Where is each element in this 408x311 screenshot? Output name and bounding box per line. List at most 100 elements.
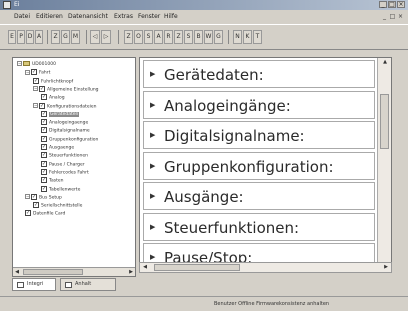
toolbar-button[interactable]: Z bbox=[51, 30, 60, 44]
toolbar-button[interactable]: A bbox=[154, 30, 163, 44]
toolbar-forward-button[interactable]: ▷ bbox=[101, 30, 111, 44]
collapse-toggle-icon[interactable]: − bbox=[33, 103, 38, 108]
tree-node[interactable]: ✓ Fuhrlichtknopf bbox=[33, 77, 73, 86]
child-close-button[interactable]: × bbox=[397, 13, 404, 20]
toolbar-button[interactable]: A bbox=[35, 30, 43, 44]
checkbox-icon[interactable]: ✓ bbox=[41, 152, 47, 159]
child-minimize-button[interactable]: _ bbox=[381, 13, 388, 20]
checkbox-icon[interactable]: ✓ bbox=[41, 110, 47, 117]
toolbar-button[interactable]: E bbox=[8, 30, 16, 44]
toolbar-button[interactable]: B bbox=[194, 30, 203, 44]
checkbox-icon[interactable]: ✓ bbox=[41, 160, 47, 167]
tree-node[interactable]: ✓ Analog bbox=[41, 94, 65, 102]
tree-node[interactable]: − ✓ Bus Setup bbox=[25, 193, 62, 202]
menu-extras[interactable]: Extras bbox=[114, 13, 133, 20]
tree-node[interactable]: − ✓ Fahrt bbox=[25, 69, 50, 77]
checkbox-icon[interactable]: ✓ bbox=[31, 69, 37, 76]
tree-node[interactable]: ✓ Fehlercodes Fahrt bbox=[41, 168, 89, 177]
section-header[interactable]: ▶ Ausgänge: bbox=[143, 182, 375, 210]
child-restore-button[interactable]: □ bbox=[389, 13, 396, 20]
toolbar-button[interactable]: Z bbox=[124, 30, 133, 44]
toolbar-button[interactable]: R bbox=[164, 30, 173, 44]
checkbox-icon[interactable]: ✓ bbox=[41, 144, 47, 150]
scroll-up-arrow-icon[interactable]: ▲ bbox=[380, 58, 390, 66]
tree-node[interactable]: ✓ Gerätedaten bbox=[41, 110, 80, 119]
navigation-tree[interactable]: − UD001000− ✓ Fahrt ✓ Fuhrlichtknopf − ✓ Allgeme… bbox=[12, 57, 136, 277]
expand-arrow-icon[interactable]: ▶ bbox=[150, 192, 155, 200]
menu-editieren[interactable]: Editieren bbox=[36, 13, 63, 20]
section-header[interactable]: ▶ Gruppenkonfiguration: bbox=[143, 151, 375, 180]
toolbar-button[interactable]: W bbox=[204, 30, 213, 44]
tree-node[interactable]: ✓ Seriellschnittstelle bbox=[33, 202, 82, 210]
tree-node[interactable]: ✓ Steuerfunktionen bbox=[41, 152, 88, 160]
toolbar-button[interactable]: T bbox=[253, 30, 262, 44]
maximize-button[interactable]: □ bbox=[388, 1, 396, 8]
checkbox-icon[interactable]: ✓ bbox=[41, 177, 47, 184]
expand-arrow-icon[interactable]: ▶ bbox=[150, 131, 155, 139]
collapse-toggle-icon[interactable]: − bbox=[25, 69, 30, 75]
collapse-toggle-icon[interactable]: − bbox=[17, 61, 22, 66]
content-vertical-scrollbar[interactable]: ▲ ▼ bbox=[377, 58, 391, 271]
tree-node[interactable]: − ✓ Konfigurationsdateien bbox=[33, 102, 96, 111]
tree-node[interactable]: ✓ Gruppenkonfiguration bbox=[41, 135, 98, 144]
checkbox-icon[interactable]: ✓ bbox=[33, 77, 39, 84]
checkbox-icon[interactable]: ✓ bbox=[41, 168, 47, 175]
toolbar-button[interactable]: P bbox=[17, 30, 25, 44]
checkbox-icon[interactable]: ✓ bbox=[39, 85, 45, 92]
checkbox-icon[interactable]: ✓ bbox=[41, 185, 47, 192]
checkbox-icon[interactable]: ✓ bbox=[41, 135, 47, 142]
toolbar-button[interactable]: M bbox=[71, 30, 80, 44]
tree-node[interactable]: ✓ Analogeingaenge bbox=[41, 119, 88, 127]
checkbox-icon[interactable]: ✓ bbox=[31, 193, 37, 200]
toolbar-button[interactable]: D bbox=[26, 30, 34, 44]
tab-integri[interactable]: Integri bbox=[12, 278, 56, 291]
section-header[interactable]: ▶ Analogeingänge: bbox=[143, 90, 375, 119]
toolbar-button[interactable]: G bbox=[61, 30, 70, 44]
toolbar-button[interactable]: G bbox=[214, 30, 223, 44]
scroll-left-arrow-icon[interactable]: ◀ bbox=[13, 268, 21, 276]
tree-node[interactable]: ✓ Datenfile Card bbox=[25, 210, 65, 218]
menu-hilfe[interactable]: Hilfe bbox=[164, 13, 178, 20]
collapse-toggle-icon[interactable]: − bbox=[25, 194, 30, 200]
content-horizontal-scrollbar[interactable]: ◀ ▶ bbox=[139, 262, 392, 273]
content-scroll-thumb[interactable] bbox=[380, 94, 389, 149]
scroll-left-arrow-icon[interactable]: ◀ bbox=[140, 263, 150, 272]
tree-scroll-thumb[interactable] bbox=[23, 269, 83, 275]
tree-node[interactable]: ✓ Digitalsignalname bbox=[41, 127, 90, 135]
expand-arrow-icon[interactable]: ▶ bbox=[150, 162, 155, 170]
checkbox-icon[interactable]: ✓ bbox=[41, 94, 47, 101]
expand-arrow-icon[interactable]: ▶ bbox=[150, 101, 155, 109]
toolbar-button[interactable]: N bbox=[233, 30, 242, 44]
collapse-toggle-icon[interactable]: − bbox=[33, 86, 38, 92]
checkbox-icon[interactable]: ✓ bbox=[41, 127, 47, 134]
toolbar-button[interactable]: Z bbox=[174, 30, 183, 44]
scroll-right-arrow-icon[interactable]: ▶ bbox=[381, 263, 391, 272]
menu-datei[interactable]: Datei bbox=[14, 13, 30, 20]
toolbar-button[interactable]: K bbox=[243, 30, 252, 44]
tree-node[interactable]: ✓ Ausgaenge bbox=[41, 144, 74, 152]
toolbar-button[interactable]: O bbox=[134, 30, 143, 44]
checkbox-icon[interactable]: ✓ bbox=[39, 102, 45, 109]
minimize-button[interactable]: _ bbox=[379, 1, 387, 8]
close-button[interactable]: × bbox=[397, 1, 405, 8]
section-header[interactable]: ▶ Gerätedaten: bbox=[143, 60, 375, 88]
menu-fenster[interactable]: Fenster bbox=[138, 13, 160, 20]
expand-arrow-icon[interactable]: ▶ bbox=[150, 223, 155, 231]
content-hscroll-thumb[interactable] bbox=[154, 264, 240, 271]
tree-node[interactable]: ✓ Pause / Charger bbox=[41, 160, 85, 169]
expand-arrow-icon[interactable]: ▶ bbox=[150, 253, 155, 261]
tree-node[interactable]: − UD001000 bbox=[17, 61, 56, 69]
tree-node[interactable]: − ✓ Allgemeine Einstellung bbox=[33, 85, 99, 94]
tree-horizontal-scrollbar[interactable]: ◀ ▶ bbox=[13, 267, 135, 276]
tree-node[interactable]: ✓ Tasten bbox=[41, 177, 64, 185]
toolbar-button[interactable]: S bbox=[184, 30, 193, 44]
checkbox-icon[interactable]: ✓ bbox=[25, 210, 31, 217]
menu-datenansicht[interactable]: Datenansicht bbox=[68, 13, 108, 20]
checkbox-icon[interactable]: ✓ bbox=[33, 202, 39, 209]
checkbox-icon[interactable]: ✓ bbox=[41, 119, 47, 126]
section-header[interactable]: ▶ Digitalsignalname: bbox=[143, 121, 375, 149]
toolbar-back-button[interactable]: ◁ bbox=[90, 30, 100, 44]
section-header[interactable]: ▶ Steuerfunktionen: bbox=[143, 212, 375, 241]
scroll-right-arrow-icon[interactable]: ▶ bbox=[127, 268, 135, 276]
toolbar-button[interactable]: S bbox=[144, 30, 153, 44]
